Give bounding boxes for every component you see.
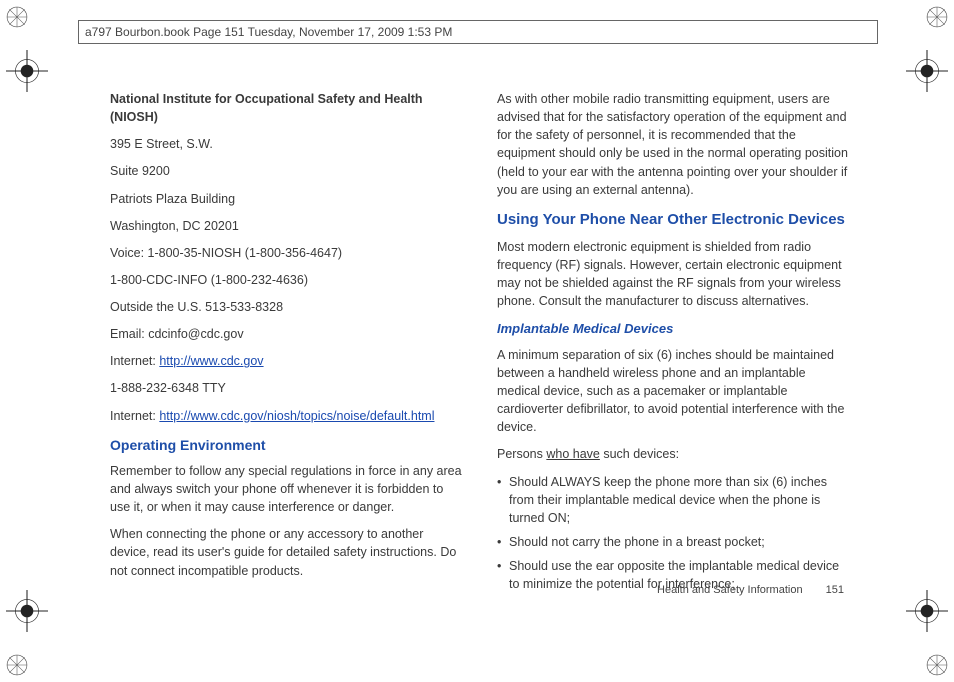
- registration-mark-icon: [906, 590, 948, 632]
- phone-outside-us: Outside the U.S. 513-533-8328: [110, 298, 463, 316]
- crop-mark-icon: [926, 6, 948, 28]
- body-text: A minimum separation of six (6) inches s…: [497, 346, 850, 437]
- address-line: Washington, DC 20201: [110, 217, 463, 235]
- page-header-box: a797 Bourbon.book Page 151 Tuesday, Nove…: [78, 20, 878, 44]
- org-title: National Institute for Occupational Safe…: [110, 90, 463, 126]
- heading-implantable-medical-devices: Implantable Medical Devices: [497, 320, 850, 339]
- niosh-noise-link[interactable]: http://www.cdc.gov/niosh/topics/noise/de…: [159, 409, 434, 423]
- header-text: a797 Bourbon.book Page 151 Tuesday, Nove…: [85, 25, 452, 39]
- internet-label: Internet:: [110, 409, 159, 423]
- phone-cdc-info: 1-800-CDC-INFO (1-800-232-4636): [110, 271, 463, 289]
- body-text: When connecting the phone or any accesso…: [110, 525, 463, 579]
- list-item: Should ALWAYS keep the phone more than s…: [497, 473, 850, 527]
- footer-section: Health and Safety Information: [657, 584, 803, 596]
- cdc-link[interactable]: http://www.cdc.gov: [159, 354, 263, 368]
- list-item: Should not carry the phone in a breast p…: [497, 533, 850, 551]
- page-body: National Institute for Occupational Safe…: [110, 90, 850, 600]
- body-text: As with other mobile radio transmitting …: [497, 90, 850, 199]
- phone-voice: Voice: 1-800-35-NIOSH (1-800-356-4647): [110, 244, 463, 262]
- page-number: 151: [826, 584, 844, 596]
- crop-mark-icon: [6, 6, 28, 28]
- registration-mark-icon: [6, 590, 48, 632]
- registration-mark-icon: [6, 50, 48, 92]
- address-line: Patriots Plaza Building: [110, 190, 463, 208]
- crop-mark-icon: [926, 654, 948, 676]
- heading-using-phone-near-devices: Using Your Phone Near Other Electronic D…: [497, 209, 850, 231]
- internet-line: Internet: http://www.cdc.gov: [110, 352, 463, 370]
- crop-mark-icon: [6, 654, 28, 676]
- page-footer: Health and Safety Information 151: [657, 584, 844, 596]
- body-text: Remember to follow any special regulatio…: [110, 462, 463, 516]
- right-column: As with other mobile radio transmitting …: [497, 90, 850, 600]
- body-text: Persons who have such devices:: [497, 445, 850, 463]
- email-line: Email: cdcinfo@cdc.gov: [110, 325, 463, 343]
- heading-operating-environment: Operating Environment: [110, 435, 463, 455]
- internet-line: Internet: http://www.cdc.gov/niosh/topic…: [110, 407, 463, 425]
- address-line: 395 E Street, S.W.: [110, 135, 463, 153]
- registration-mark-icon: [906, 50, 948, 92]
- body-text: Most modern electronic equipment is shie…: [497, 238, 850, 311]
- bullet-list: Should ALWAYS keep the phone more than s…: [497, 473, 850, 594]
- internet-label: Internet:: [110, 354, 159, 368]
- left-column: National Institute for Occupational Safe…: [110, 90, 463, 600]
- phone-tty: 1-888-232-6348 TTY: [110, 379, 463, 397]
- address-line: Suite 9200: [110, 162, 463, 180]
